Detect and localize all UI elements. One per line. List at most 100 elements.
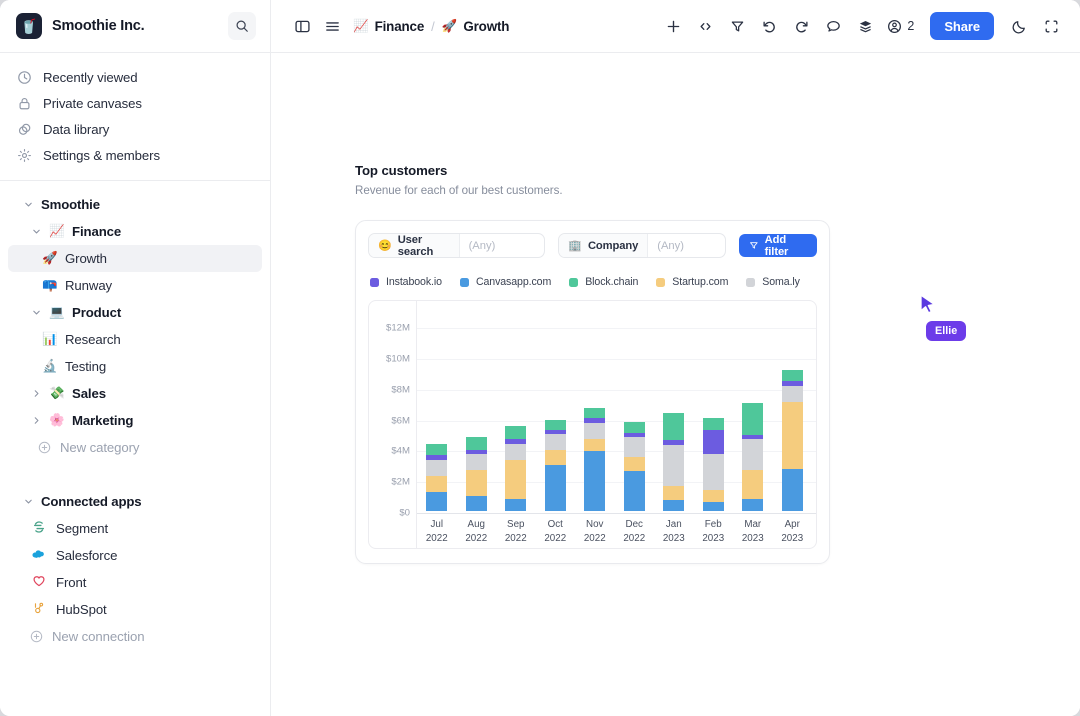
bar-segment[interactable]: [505, 460, 526, 498]
bar-segment[interactable]: [624, 422, 645, 434]
undo-icon[interactable]: [754, 11, 784, 41]
new-connection-button[interactable]: New connection: [8, 623, 262, 649]
stacked-bar[interactable]: [742, 403, 763, 511]
bar-segment[interactable]: [466, 454, 487, 470]
comment-icon[interactable]: [818, 11, 848, 41]
filter-chip-value[interactable]: (Any): [647, 234, 725, 257]
bar-segment[interactable]: [426, 476, 447, 492]
bar-segment[interactable]: [545, 450, 566, 465]
sidebar-group-sales[interactable]: 💸 Sales: [8, 380, 262, 407]
filter-icon[interactable]: [722, 11, 752, 41]
stacked-bar[interactable]: [466, 437, 487, 511]
bar-segment[interactable]: [426, 492, 447, 511]
legend-item[interactable]: Canvasapp.com: [460, 276, 551, 288]
sidebar-item-growth[interactable]: 🚀 Growth: [8, 245, 262, 272]
bar-segment[interactable]: [663, 413, 684, 441]
legend-item[interactable]: Block.chain: [569, 276, 638, 288]
app-item-salesforce[interactable]: Salesforce: [8, 542, 262, 569]
stacked-bar[interactable]: [663, 413, 684, 511]
sidebar-item-data-library[interactable]: Data library: [8, 116, 262, 142]
bar-segment[interactable]: [742, 403, 763, 435]
bar-segment[interactable]: [584, 408, 605, 418]
bar-segment[interactable]: [584, 451, 605, 511]
legend-item[interactable]: Startup.com: [656, 276, 728, 288]
rocket-emoji-icon: 🚀: [42, 252, 58, 265]
bar-segment[interactable]: [782, 469, 803, 511]
stacked-bar[interactable]: [426, 444, 447, 511]
bar-segment[interactable]: [703, 502, 724, 511]
add-icon[interactable]: [658, 11, 688, 41]
bar-segment[interactable]: [466, 496, 487, 511]
bar-segment[interactable]: [545, 420, 566, 429]
bar-segment[interactable]: [742, 499, 763, 511]
connected-apps-header[interactable]: Connected apps: [8, 488, 262, 515]
stacked-bar[interactable]: [703, 418, 724, 511]
members-button[interactable]: 2: [882, 11, 920, 41]
sidebar-item-runway[interactable]: 📪 Runway: [8, 272, 262, 299]
bar-segment[interactable]: [624, 437, 645, 457]
app-item-front[interactable]: Front: [8, 569, 262, 596]
app-item-hubspot[interactable]: HubSpot: [8, 596, 262, 623]
bar-segment[interactable]: [545, 465, 566, 511]
share-button[interactable]: Share: [930, 12, 994, 40]
bar-segment[interactable]: [703, 454, 724, 490]
bar-segment[interactable]: [742, 470, 763, 498]
bar-segment[interactable]: [584, 423, 605, 440]
bar-segment[interactable]: [545, 434, 566, 450]
canvas[interactable]: Top customers Revenue for each of our be…: [271, 53, 1080, 716]
sidebar-item-research[interactable]: 📊 Research: [8, 326, 262, 353]
stacked-bar[interactable]: [624, 422, 645, 511]
bar-segment[interactable]: [782, 370, 803, 382]
redo-icon[interactable]: [786, 11, 816, 41]
filter-chip-user-search[interactable]: 😊 User search (Any): [368, 233, 545, 258]
bar-segment[interactable]: [426, 460, 447, 476]
bar-segment[interactable]: [782, 402, 803, 470]
bar-segment[interactable]: [703, 430, 724, 455]
layers-icon[interactable]: [850, 11, 880, 41]
sidebar-item-private-canvases[interactable]: Private canvases: [8, 90, 262, 116]
sidebar-item-label: Runway: [65, 278, 112, 293]
bar-segment[interactable]: [782, 386, 803, 402]
bar-segment[interactable]: [426, 444, 447, 455]
code-icon[interactable]: [690, 11, 720, 41]
sidebar-item-settings-members[interactable]: Settings & members: [8, 142, 262, 168]
moon-icon[interactable]: [1004, 11, 1034, 41]
legend-item[interactable]: Instabook.io: [370, 276, 442, 288]
sidebar-item-testing[interactable]: 🔬 Testing: [8, 353, 262, 380]
stacked-bar[interactable]: [505, 426, 526, 511]
sidebar-group-product[interactable]: 💻 Product: [8, 299, 262, 326]
filter-chip-company[interactable]: 🏢 Company (Any): [558, 233, 726, 258]
filter-chip-value[interactable]: (Any): [459, 234, 545, 257]
menu-icon[interactable]: [317, 11, 347, 41]
legend-item[interactable]: Soma.ly: [746, 276, 800, 288]
bar-segment[interactable]: [505, 499, 526, 511]
bar-segment[interactable]: [624, 457, 645, 471]
sidebar-item-recently-viewed[interactable]: Recently viewed: [8, 64, 262, 90]
bar-segment[interactable]: [584, 439, 605, 451]
breadcrumb-item-growth[interactable]: 🚀 Growth: [442, 19, 510, 34]
app-item-segment[interactable]: Segment: [8, 515, 262, 542]
search-button[interactable]: [228, 12, 256, 40]
bar-segment[interactable]: [505, 426, 526, 439]
bar-segment[interactable]: [466, 437, 487, 449]
bar-segment[interactable]: [742, 439, 763, 470]
bar-segment[interactable]: [505, 444, 526, 460]
sidebar-group-marketing[interactable]: 🌸 Marketing: [8, 407, 262, 434]
bar-segment[interactable]: [466, 470, 487, 495]
bar-segment[interactable]: [703, 490, 724, 502]
breadcrumb-item-finance[interactable]: 📈 Finance: [353, 19, 424, 34]
fullscreen-icon[interactable]: [1036, 11, 1066, 41]
stacked-bar[interactable]: [782, 370, 803, 512]
new-category-button[interactable]: New category: [8, 434, 262, 460]
bar-segment[interactable]: [703, 418, 724, 430]
add-filter-button[interactable]: Add filter: [739, 234, 817, 257]
bar-segment[interactable]: [663, 500, 684, 511]
sidebar-workspace-smoothie[interactable]: Smoothie: [8, 191, 262, 218]
bar-segment[interactable]: [663, 445, 684, 487]
sidebar-toggle-icon[interactable]: [287, 11, 317, 41]
bar-segment[interactable]: [663, 486, 684, 500]
bar-segment[interactable]: [624, 471, 645, 511]
stacked-bar[interactable]: [584, 408, 605, 511]
stacked-bar[interactable]: [545, 420, 566, 511]
sidebar-group-finance[interactable]: 📈 Finance: [8, 218, 262, 245]
